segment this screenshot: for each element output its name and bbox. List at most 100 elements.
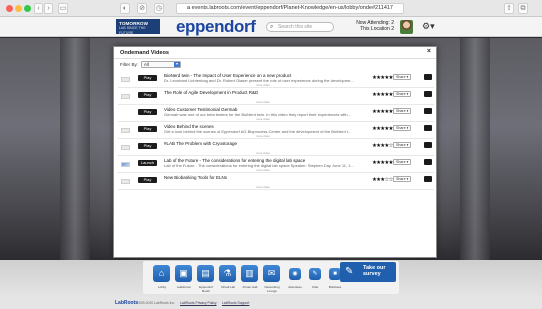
play-button[interactable]: Launch <box>138 160 157 166</box>
video-row: Play Video Customer Testimonial Germab Ger… <box>118 105 434 122</box>
search-input[interactable]: ⌕ Search this site <box>266 22 334 32</box>
briefcase-icon[interactable] <box>424 108 432 114</box>
play-button[interactable]: Play <box>138 143 157 149</box>
briefcase-icon[interactable] <box>424 142 432 148</box>
video-row: Play #LAB The Problem with Cryostorage mor… <box>118 139 434 156</box>
share-select[interactable]: Share ▼ <box>393 108 411 114</box>
close-icon[interactable]: × <box>427 48 431 55</box>
auditorium-icon[interactable]: ▣ <box>175 265 192 282</box>
take-survey-button[interactable]: ✎ Take our survey <box>340 262 396 282</box>
share-label: Share <box>396 126 406 130</box>
home-icon[interactable]: ⌂ <box>153 265 170 282</box>
sidebar-icon[interactable]: ▭ <box>58 3 68 14</box>
video-row: Play New Biobanking Tools for ELNs more vi… <box>118 173 434 190</box>
share-icon[interactable]: ⇧ <box>504 3 514 14</box>
dock-label[interactable]: Chat <box>304 285 326 289</box>
share-select[interactable]: Share ▼ <box>393 125 411 131</box>
share-select[interactable]: Share ▼ <box>393 159 411 165</box>
video-thumbnail[interactable] <box>121 77 130 82</box>
more-link[interactable]: more video <box>256 83 270 87</box>
share-select[interactable]: Share ▼ <box>393 142 411 148</box>
dock-label[interactable]: Networking Lounge <box>261 285 283 293</box>
translate-icon[interactable]: ◷ <box>154 3 164 14</box>
poster-icon[interactable]: ▥ <box>241 265 258 282</box>
address-bar[interactable]: a events.labroots.com/event/eppendorf/Pl… <box>176 3 404 14</box>
more-link[interactable]: more video <box>256 134 270 138</box>
gear-icon[interactable]: ⚙▾ <box>422 21 435 32</box>
lab-icon[interactable]: ⚗ <box>219 265 236 282</box>
support-link[interactable]: LabRoots Support <box>222 301 249 305</box>
play-button[interactable]: Play <box>138 75 157 81</box>
back-button[interactable]: ‹ <box>34 3 43 14</box>
forward-button[interactable]: › <box>44 3 53 14</box>
dock-label[interactable]: Briefcase <box>324 285 346 289</box>
play-button[interactable]: Play <box>138 109 157 115</box>
video-thumbnail[interactable] <box>121 145 130 150</box>
booth-icon[interactable]: ▤ <box>197 265 214 282</box>
star-rating: ★★★★☆ <box>372 143 393 149</box>
video-title[interactable]: The Role of Agile Development in Product… <box>164 90 358 95</box>
play-button[interactable]: Play <box>138 126 157 132</box>
chevron-down-icon: ▼ <box>406 160 409 164</box>
video-thumbnail[interactable] <box>121 94 130 99</box>
chat-bubble-icon[interactable]: ✎ <box>309 268 321 280</box>
video-thumbnail[interactable] <box>121 179 130 184</box>
video-row: Launch Lab of the Future - The considerat… <box>118 156 434 173</box>
dock-label[interactable]: Attendees <box>284 285 306 289</box>
chat-icon[interactable]: ✉ <box>263 265 280 282</box>
more-link[interactable]: more video <box>256 100 270 104</box>
video-thumbnail[interactable] <box>121 111 130 116</box>
footer: LabRoots 2009-2020 LabRoots Inc. LabRoot… <box>0 298 542 309</box>
briefcase-icon[interactable] <box>424 125 432 131</box>
video-thumbnail[interactable] <box>121 128 130 133</box>
minimize-window-button[interactable] <box>15 5 22 12</box>
dock-label[interactable]: Lobby <box>151 285 173 289</box>
privacy-link[interactable]: LabRoots Privacy Policy <box>180 301 217 305</box>
star-rating: ★★★★★ <box>372 92 393 98</box>
share-label: Share <box>396 160 406 164</box>
shield-icon[interactable]: ◐ <box>120 3 130 14</box>
pillar-decor <box>60 38 90 260</box>
tomorrow-lab-logo[interactable]: TOMORROW LAB SINCE THE FUTURE <box>116 19 160 35</box>
dock-label[interactable]: Auditorium <box>173 285 195 289</box>
star-rating: ★★★☆☆ <box>372 177 393 183</box>
play-button[interactable]: Play <box>138 177 157 183</box>
briefcase-icon[interactable] <box>424 74 432 80</box>
avatar[interactable] <box>400 20 413 34</box>
maximize-window-button[interactable] <box>24 5 31 12</box>
close-window-button[interactable] <box>6 5 13 12</box>
labroots-logo[interactable]: LabRoots <box>115 300 138 306</box>
extensions-icon[interactable]: ⊘ <box>137 3 147 14</box>
tm-logo-line2: LAB SINCE THE FUTURE <box>119 26 146 35</box>
tabs-icon[interactable]: ⧉ <box>518 3 528 14</box>
share-select[interactable]: Share ▼ <box>393 74 411 80</box>
filter-select[interactable]: All ▼ <box>141 61 181 68</box>
attendees-icon[interactable]: ◉ <box>289 268 301 280</box>
eppendorf-logo[interactable]: eppendorf <box>176 17 256 37</box>
modal-title: Ondemand Videos <box>120 50 170 56</box>
ondemand-videos-modal: Ondemand Videos × Filter By: All ▼ Play B… <box>113 46 437 258</box>
filter-value: All <box>144 62 149 67</box>
more-link[interactable]: more video <box>256 185 270 189</box>
chevron-down-icon: ▼ <box>406 92 409 96</box>
attendance-info: Now Attending: 2 This Location 2 <box>356 20 394 32</box>
more-link[interactable]: more video <box>256 168 270 172</box>
video-thumbnail[interactable] <box>121 162 130 167</box>
pillar-decor <box>460 38 490 260</box>
briefcase-icon[interactable] <box>424 176 432 182</box>
share-select[interactable]: Share ▼ <box>393 176 411 182</box>
briefcase-icon[interactable] <box>424 91 432 97</box>
share-select[interactable]: Share ▼ <box>393 91 411 97</box>
more-link[interactable]: more video <box>256 117 270 121</box>
dock-label[interactable]: Virtual Lab <box>217 285 239 289</box>
video-title[interactable]: New Biobanking Tools for ELNs <box>164 175 358 180</box>
more-link[interactable]: more video <box>256 151 270 155</box>
video-title[interactable]: #LAB The Problem with Cryostorage <box>164 141 358 146</box>
dock-label[interactable]: Poster Hall <box>239 285 261 289</box>
chevron-down-icon: ▼ <box>406 109 409 113</box>
play-button[interactable]: Play <box>138 92 157 98</box>
briefcase-icon[interactable] <box>424 159 432 165</box>
star-rating: ★★★★★ <box>372 160 393 166</box>
dock-label[interactable]: Eppendorf Booth <box>195 285 217 293</box>
video-row: Play Video Behind the scenes Get a look be… <box>118 122 434 139</box>
